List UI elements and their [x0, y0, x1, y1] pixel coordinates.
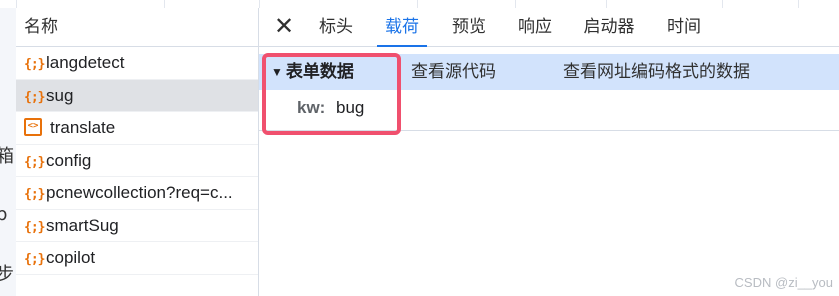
tab-timing[interactable]: 时间 [665, 8, 703, 46]
details-tab-bar: ✕ 标头 载荷 预览 响应 启动器 时间 [259, 8, 839, 47]
view-url-encoded-link[interactable]: 查看网址编码格式的数据 [563, 54, 750, 90]
request-name: copilot [46, 248, 96, 267]
page-fragment: 箱 b 步 [0, 8, 16, 296]
json-brace-icon: {;} [24, 57, 45, 72]
request-details-panel: ✕ 标头 载荷 预览 响应 启动器 时间 ▼ 表单数据 查看源代码 查看网址编码格… [259, 8, 839, 296]
request-row-langdetect[interactable]: {;}langdetect [16, 47, 258, 80]
request-row-sug[interactable]: {;}sug [16, 79, 258, 112]
document-icon: <> [24, 117, 42, 136]
request-row-smartsug[interactable]: {;}smartSug [16, 210, 258, 242]
request-name: translate [50, 118, 116, 137]
request-name: config [46, 150, 92, 170]
request-row-translate[interactable]: <> translate [16, 112, 258, 145]
tab-initiator[interactable]: 启动器 [581, 8, 637, 46]
page-fragment-char: 箱 [0, 146, 14, 167]
annotation-highlight-box [262, 53, 401, 135]
request-row-copilot[interactable]: {;}copilot [16, 242, 258, 275]
network-request-list: 名称 {;}langdetect {;}sug <> translate {;}c… [16, 8, 259, 296]
request-name: pcnewcollection?req=c... [46, 183, 233, 202]
name-column-header[interactable]: 名称 [16, 8, 258, 47]
tab-headers[interactable]: 标头 [317, 8, 355, 46]
view-source-link[interactable]: 查看源代码 [411, 54, 496, 90]
tab-response[interactable]: 响应 [516, 8, 554, 46]
watermark: CSDN @zi__you [734, 275, 833, 290]
json-brace-icon: {;} [24, 187, 45, 202]
request-name: sug [46, 85, 74, 105]
request-name: smartSug [46, 215, 119, 235]
json-brace-icon: {;} [24, 252, 45, 267]
json-brace-icon: {;} [24, 219, 45, 235]
tab-payload[interactable]: 载荷 [377, 8, 427, 47]
tab-preview[interactable]: 预览 [450, 8, 488, 46]
page-fragment-char: 步 [0, 264, 14, 285]
request-row-config[interactable]: {;}config [16, 145, 258, 177]
json-brace-icon: {;} [24, 154, 45, 170]
json-brace-icon: {;} [24, 89, 45, 105]
request-row-pcnewcollection[interactable]: {;}pcnewcollection?req=c... [16, 177, 258, 210]
request-name: langdetect [46, 53, 125, 72]
page-fragment-char: b [0, 204, 8, 225]
close-icon[interactable]: ✕ [271, 12, 297, 40]
